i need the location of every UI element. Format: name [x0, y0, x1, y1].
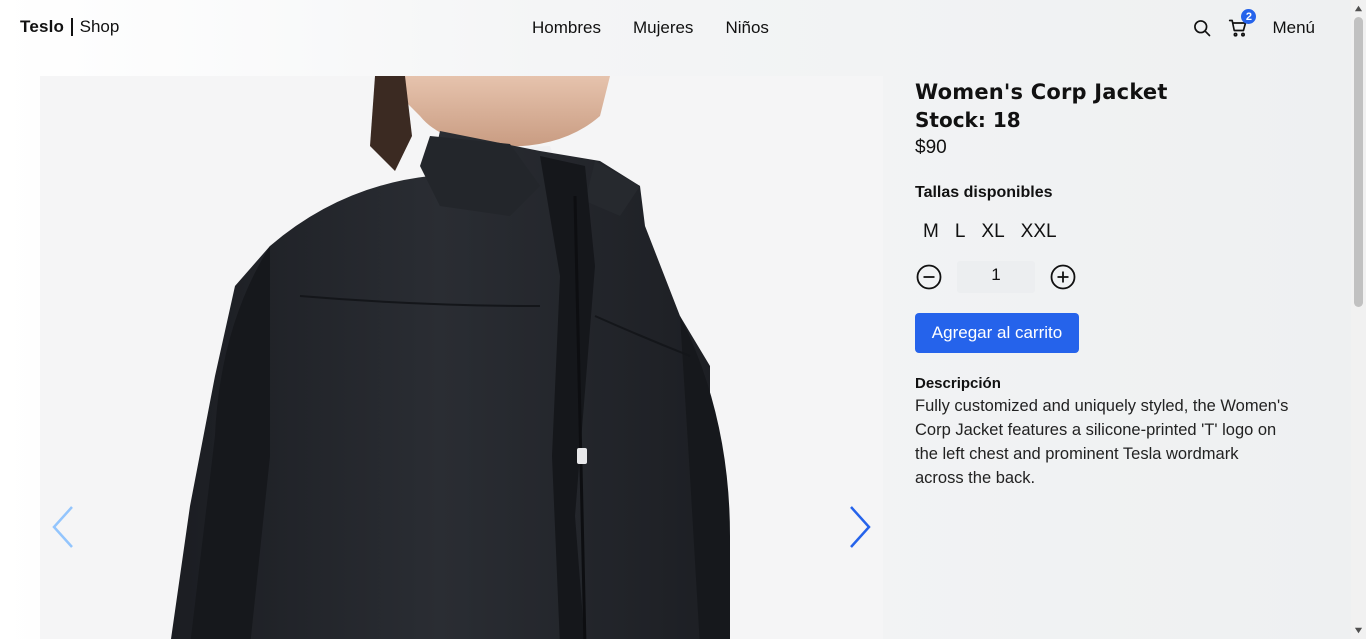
scroll-up-arrow-icon[interactable] — [1354, 4, 1363, 13]
quantity-selector: 1 — [915, 261, 1295, 293]
logo-brand: Teslo — [20, 17, 65, 36]
header-actions: 2 Menú — [1188, 9, 1315, 42]
logo-separator — [71, 18, 73, 36]
size-option-xl[interactable]: XL — [975, 221, 1010, 243]
scroll-down-arrow-icon[interactable] — [1354, 626, 1363, 635]
decrease-quantity-button[interactable] — [915, 263, 943, 291]
product-price: $90 — [915, 137, 947, 158]
cart-count-badge: 2 — [1241, 9, 1257, 24]
size-selector: M L XL XXL — [917, 221, 1295, 243]
logo[interactable]: Teslo Shop — [20, 17, 119, 37]
product-description: Fully customized and uniquely styled, th… — [915, 397, 1289, 487]
chevron-right-icon — [850, 506, 871, 548]
product-title: Women's Corp Jacket — [915, 80, 1168, 104]
slider-prev-button[interactable] — [50, 504, 80, 550]
description-heading: Descripción — [915, 375, 1001, 392]
size-option-m[interactable]: M — [917, 221, 945, 243]
cart-button[interactable]: 2 — [1224, 9, 1257, 42]
product-stock: Stock: 18 — [915, 108, 1021, 132]
menu-button[interactable]: Menú — [1272, 18, 1315, 38]
top-navbar: Teslo Shop Hombres Mujeres Niños 2 Menú — [0, 0, 1351, 56]
main-nav: Hombres Mujeres Niños — [516, 16, 785, 40]
logo-shop: Shop — [79, 17, 120, 36]
minus-circle-icon — [916, 264, 942, 290]
page-scrollbar[interactable] — [1351, 0, 1366, 639]
add-to-cart-button[interactable]: Agregar al carrito — [915, 313, 1079, 353]
product-details: Women's Corp Jacket Stock: 18 $90 Tallas… — [915, 78, 1295, 490]
nav-link-mujeres[interactable]: Mujeres — [617, 16, 709, 40]
chevron-left-icon — [52, 506, 73, 548]
size-option-xxl[interactable]: XXL — [1015, 221, 1063, 243]
nav-link-hombres[interactable]: Hombres — [516, 16, 617, 40]
size-option-l[interactable]: L — [949, 221, 972, 243]
plus-circle-icon — [1050, 264, 1076, 290]
quantity-value: 1 — [957, 261, 1035, 293]
nav-link-ninos[interactable]: Niños — [709, 16, 784, 40]
product-image-slider[interactable] — [40, 76, 883, 639]
search-button[interactable] — [1188, 14, 1216, 42]
search-icon — [1194, 20, 1211, 37]
product-image — [40, 76, 883, 639]
sizes-heading: Tallas disponibles — [915, 184, 1053, 201]
increase-quantity-button[interactable] — [1049, 263, 1077, 291]
slider-next-button[interactable] — [843, 504, 873, 550]
scrollbar-thumb[interactable] — [1354, 17, 1363, 307]
